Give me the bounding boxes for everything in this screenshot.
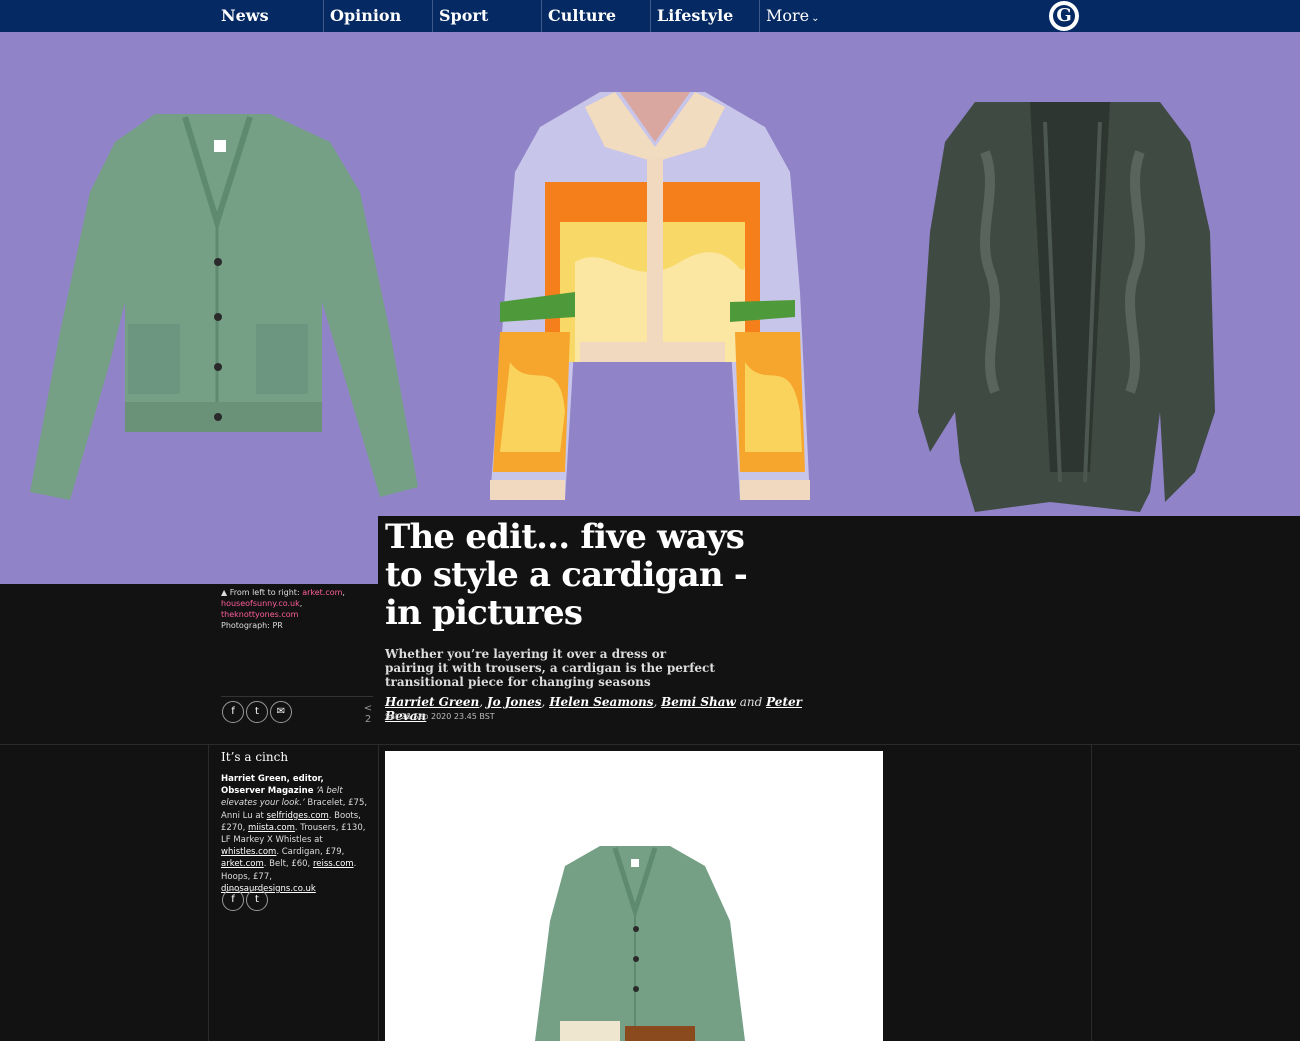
nav-more[interactable]: More ⌄ — [759, 0, 820, 32]
cable-knit-cardigan-illustration — [918, 102, 1215, 512]
author-link[interactable]: Helen Seamons — [549, 695, 653, 709]
gallery-item-caption: Harriet Green, editor, Observer Magazine… — [221, 773, 369, 895]
author-link[interactable]: Bemi Shaw — [661, 695, 736, 709]
share-count: < 2 — [360, 703, 376, 725]
article-dateline: Sat 26 Sep 2020 23.45 BST — [385, 712, 495, 721]
share-divider — [221, 696, 373, 697]
retailer-link[interactable]: selfridges.com — [267, 811, 329, 821]
nav-news[interactable]: News — [215, 0, 269, 32]
email-icon: ✉ — [276, 706, 286, 717]
byline-comma: , — [479, 695, 487, 709]
facebook-share-button[interactable]: f — [222, 701, 244, 723]
top-navigation: News Opinion Sport Culture Lifestyle Mor… — [0, 0, 1300, 32]
caption-link-theknottyones[interactable]: theknottyones.com — [221, 610, 298, 619]
retailer-link[interactable]: miista.com — [248, 823, 295, 833]
caption-text: . Belt, £60, — [263, 859, 313, 870]
article-standfirst: Whether you’re layering it over a dress … — [385, 647, 715, 689]
gallery-item-title: It’s a cinch — [221, 750, 289, 764]
caption-triangle-icon: ▲ — [221, 588, 228, 597]
caption-link-arket[interactable]: arket.com — [302, 588, 342, 597]
green-cardigan-illustration — [30, 114, 418, 500]
hero-caption: ▲ From left to right: arket.com, houseof… — [221, 588, 345, 630]
author-link[interactable]: Harriet Green — [385, 695, 479, 709]
chevron-down-icon: ⌄ — [811, 13, 820, 24]
facebook-icon: f — [231, 894, 235, 905]
column-divider — [378, 744, 379, 1041]
retailer-link[interactable]: arket.com — [221, 859, 264, 869]
section-divider — [0, 744, 1300, 745]
nav-culture[interactable]: Culture — [541, 0, 616, 32]
byline-and: and — [736, 695, 766, 709]
facebook-icon: f — [231, 706, 235, 717]
hero-image — [0, 32, 1300, 516]
byline-and-word: and — [739, 695, 763, 709]
nav-more-label: More — [766, 6, 810, 25]
retailer-link[interactable]: whistles.com — [221, 847, 276, 857]
nav-lifestyle[interactable]: Lifestyle — [650, 0, 733, 32]
caption-link-houseofsunny[interactable]: houseofsunny.co.uk — [221, 599, 300, 608]
hero-image-extension — [0, 516, 378, 584]
hero-cardigans-photo — [30, 92, 1215, 512]
twitter-icon: t — [255, 894, 259, 905]
share-count-value: 2 — [364, 714, 372, 725]
column-divider — [1091, 744, 1092, 1041]
caption-prefix: From left to right: — [229, 588, 303, 597]
column-divider — [208, 744, 209, 1041]
twitter-icon: t — [255, 706, 259, 717]
author-link[interactable]: Jo Jones — [487, 695, 542, 709]
outfit-photo — [535, 846, 745, 1041]
guardian-logo[interactable]: G — [1049, 1, 1079, 31]
colorful-cardigan-illustration — [490, 92, 810, 500]
caption-author: Harriet Green, editor, Observer Magazine — [221, 774, 324, 797]
share-count-icon: < — [363, 703, 373, 714]
nav-opinion[interactable]: Opinion — [323, 0, 401, 32]
twitter-share-button[interactable]: t — [246, 701, 268, 723]
facebook-share-button[interactable]: f — [222, 889, 244, 911]
email-share-button[interactable]: ✉ — [270, 701, 292, 723]
caption-credit: Photograph: PR — [221, 621, 283, 630]
retailer-link[interactable]: reiss.com — [313, 859, 354, 869]
logo-letter: G — [1056, 5, 1072, 26]
byline-comma: , — [653, 695, 662, 709]
gallery-item-image[interactable] — [385, 751, 883, 1041]
caption-text: . Cardigan, £79, — [276, 847, 345, 858]
article-headline: The edit… five ways to style a cardigan … — [385, 517, 748, 633]
twitter-share-button[interactable]: t — [246, 889, 268, 911]
nav-sport[interactable]: Sport — [432, 0, 488, 32]
